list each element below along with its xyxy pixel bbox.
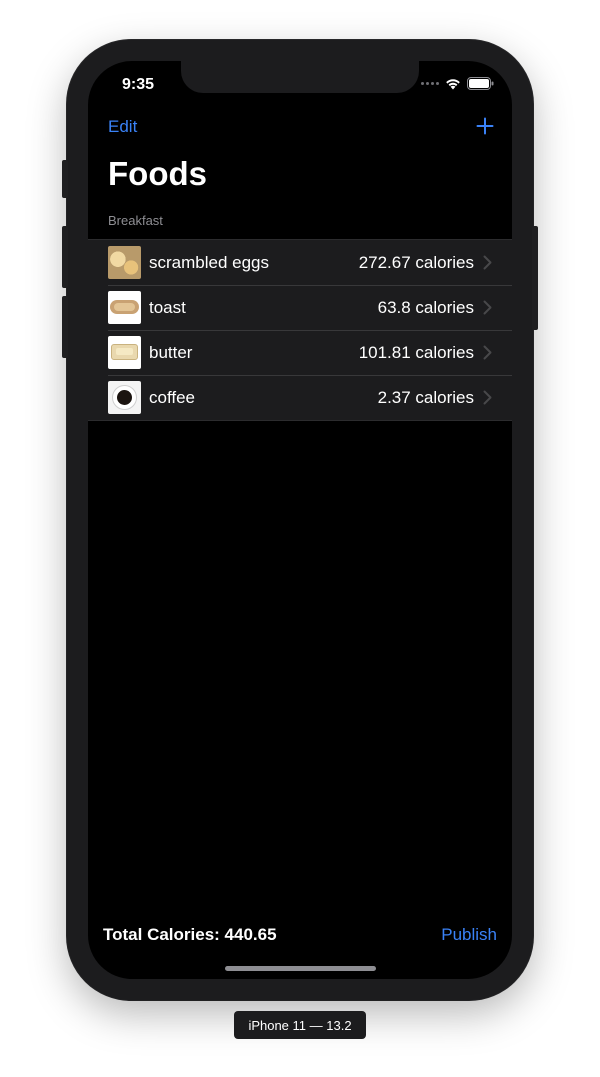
food-row[interactable]: scrambled eggs 272.67 calories xyxy=(88,240,512,285)
food-calories: 2.37 calories xyxy=(377,387,474,407)
cellular-signal-icon xyxy=(421,82,439,85)
scrambled-eggs-thumbnail xyxy=(108,246,141,279)
volume-down-button xyxy=(62,296,68,358)
app-screen: 9:35 Edit Foods Breakfast scrambled eggs… xyxy=(88,61,512,979)
section-header-breakfast: Breakfast xyxy=(108,213,163,228)
food-calories: 272.67 calories xyxy=(358,252,474,272)
toast-thumbnail xyxy=(108,291,141,324)
chevron-right-icon xyxy=(480,345,494,360)
food-row[interactable]: butter 101.81 calories xyxy=(88,330,512,375)
plus-icon xyxy=(476,117,494,135)
food-row[interactable]: toast 63.8 calories xyxy=(88,285,512,330)
status-icons xyxy=(421,77,494,90)
home-indicator[interactable] xyxy=(225,966,376,971)
food-calories: 101.81 calories xyxy=(358,342,474,362)
battery-icon xyxy=(467,77,494,90)
status-time: 9:35 xyxy=(122,76,155,93)
edit-button[interactable]: Edit xyxy=(108,117,137,137)
simulator-device-label: iPhone 11 — 13.2 xyxy=(234,1011,366,1039)
butter-thumbnail xyxy=(108,336,141,369)
food-name: scrambled eggs xyxy=(149,252,270,272)
food-calories: 63.8 calories xyxy=(377,297,474,317)
chevron-right-icon xyxy=(480,390,494,405)
notch xyxy=(181,61,419,93)
power-button xyxy=(532,226,538,330)
food-name: butter xyxy=(149,342,193,362)
publish-button[interactable]: Publish xyxy=(441,925,497,945)
total-calories-label: Total Calories: 440.65 xyxy=(103,925,277,944)
food-list: scrambled eggs 272.67 calories toast 63.… xyxy=(88,239,512,421)
add-food-button[interactable] xyxy=(476,113,494,135)
coffee-thumbnail xyxy=(108,381,141,414)
food-name: toast xyxy=(149,297,186,317)
chevron-right-icon xyxy=(480,255,494,270)
chevron-right-icon xyxy=(480,300,494,315)
wifi-icon xyxy=(446,78,460,89)
food-row[interactable]: coffee 2.37 calories xyxy=(88,375,512,420)
volume-up-button xyxy=(62,226,68,288)
mute-switch xyxy=(62,160,68,198)
page-title: Foods xyxy=(108,155,207,192)
food-name: coffee xyxy=(149,387,196,407)
